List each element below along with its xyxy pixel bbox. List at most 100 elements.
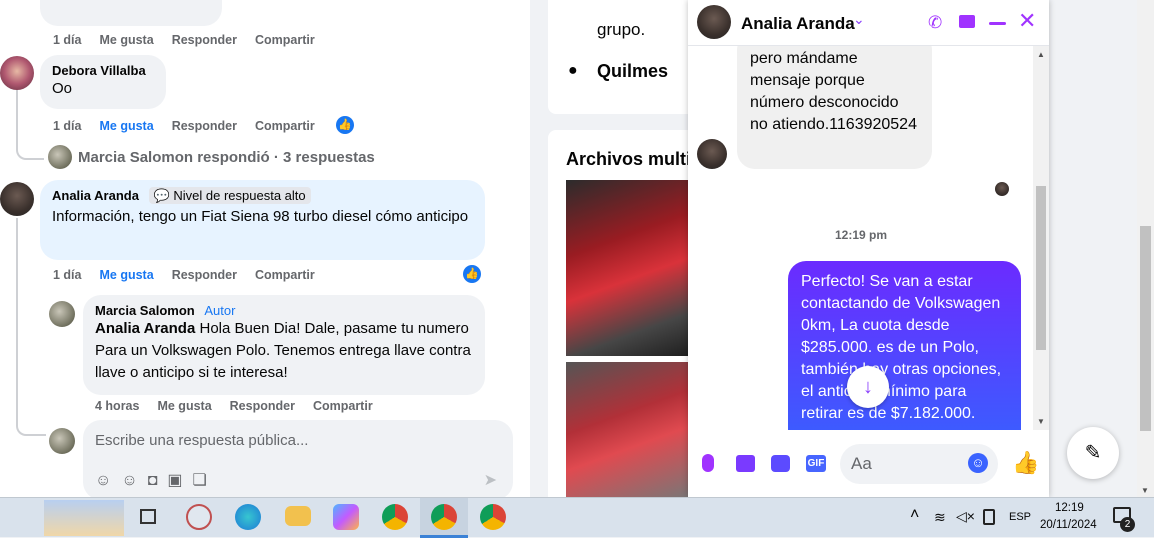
language-indicator[interactable]: ESP xyxy=(1009,511,1031,523)
microphone-icon[interactable] xyxy=(702,454,714,472)
comment-actions-2: 1 día Me gusta Responder Compartir xyxy=(53,268,315,282)
comment-author[interactable]: Analia Aranda xyxy=(52,188,139,203)
reply-composer[interactable]: Escribe una respuesta pública... ☺☺◘▣❏ ➤ xyxy=(83,420,513,500)
share-link[interactable]: Compartir xyxy=(255,33,315,47)
author-badge: Autor xyxy=(204,303,236,318)
message-timestamp: 12:19 pm xyxy=(835,228,888,242)
like-link[interactable]: Me gusta xyxy=(100,33,154,47)
chat-bubble-icon: 💬 xyxy=(153,188,170,203)
page-scrollbar[interactable]: ▼ xyxy=(1137,0,1154,497)
image-icon[interactable] xyxy=(736,455,755,472)
about-group-text: grupo. xyxy=(597,20,646,39)
share-link[interactable]: Compartir xyxy=(313,399,373,413)
gif-icon[interactable]: ▣ xyxy=(167,472,192,489)
avatar xyxy=(49,428,75,454)
battery-icon[interactable] xyxy=(983,509,995,525)
clock-time[interactable]: 12:19 xyxy=(1055,502,1084,514)
app-icon[interactable] xyxy=(186,504,212,530)
avatar xyxy=(697,139,727,169)
reply-author[interactable]: Marcia Salomon xyxy=(95,303,195,318)
scroll-thumb[interactable] xyxy=(1140,226,1151,431)
reply-link[interactable]: Responder xyxy=(172,33,237,47)
comment-text: Información, tengo un Fiat Siena 98 turb… xyxy=(52,208,469,225)
clock-date[interactable]: 20/11/2024 xyxy=(1040,519,1097,531)
location-text[interactable]: Quilmes xyxy=(597,61,668,82)
new-message-button[interactable]: ✎ xyxy=(1067,427,1119,479)
comment-bubble-debora: Debora Villalba Oo xyxy=(40,55,166,109)
volume-icon[interactable]: ◁× xyxy=(956,508,975,525)
mention[interactable]: Analia Aranda xyxy=(95,320,195,337)
camera-icon[interactable]: ◘ xyxy=(148,472,168,489)
comments-column: 1 día Me gusta Responder Compartir Debora V… xyxy=(0,0,530,500)
messenger-chat-window: Analia Aranda ⌄ ✆ ✕ pero mándame mensaje… xyxy=(688,0,1049,497)
scroll-down-arrow[interactable]: ▼ xyxy=(1141,486,1149,495)
tray-chevron-icon[interactable]: ˄ xyxy=(910,506,919,524)
scroll-up-arrow[interactable]: ▲ xyxy=(1037,50,1045,59)
wifi-icon[interactable]: ≋ xyxy=(934,509,946,526)
video-icon[interactable] xyxy=(959,15,975,28)
emoji-icon[interactable]: ☺ xyxy=(121,472,147,489)
seen-avatar xyxy=(995,182,1009,196)
close-icon[interactable]: ✕ xyxy=(1018,9,1036,33)
about-card: grupo. ● Quilmes xyxy=(548,0,708,114)
like-reaction-icon: 👍 xyxy=(463,265,481,283)
reply-text: Analia Aranda Hola Buen Dia! Dale, pasam… xyxy=(95,320,471,381)
sticker-icon[interactable]: ❏ xyxy=(192,472,216,489)
file-explorer-icon[interactable] xyxy=(285,506,311,526)
reply-actions: 4 horas Me gusta Responder Compartir xyxy=(95,399,373,413)
chat-header: Analia Aranda ⌄ ✆ ✕ xyxy=(688,0,1049,46)
like-link[interactable]: Me gusta xyxy=(100,119,154,133)
task-view-icon[interactable] xyxy=(140,509,156,524)
media-thumbnail[interactable] xyxy=(566,362,696,497)
chrome-icon[interactable] xyxy=(431,504,457,530)
share-link[interactable]: Compartir xyxy=(255,119,315,133)
avatar[interactable] xyxy=(697,5,731,39)
chat-scrollbar[interactable]: ▲ ▼ xyxy=(1033,46,1049,430)
phone-icon[interactable]: ✆ xyxy=(928,13,942,33)
scroll-down-arrow[interactable]: ▼ xyxy=(1037,417,1045,426)
avatar[interactable] xyxy=(0,182,34,216)
chrome-icon[interactable] xyxy=(480,504,506,530)
comment-actions-1: 1 día Me gusta Responder Compartir xyxy=(53,119,315,133)
avatar-sticker-icon[interactable]: ☺ xyxy=(95,472,121,489)
replies-toggle[interactable]: Marcia Salomon respondió · 3 respuestas xyxy=(78,149,375,166)
comment-bubble-analia: Analia Aranda 💬 Nivel de respuesta alto … xyxy=(40,180,485,260)
media-card: Archivos multi xyxy=(548,130,708,497)
comment-text: Oo xyxy=(52,80,73,97)
media-thumbnail[interactable] xyxy=(566,180,696,356)
sticker-icon[interactable] xyxy=(771,455,790,472)
emoji-icon[interactable]: ☺ xyxy=(968,453,988,473)
like-link[interactable]: Me gusta xyxy=(157,399,211,413)
avatar[interactable] xyxy=(49,301,75,327)
edge-icon[interactable] xyxy=(235,504,261,530)
top-bubble-stub xyxy=(40,0,222,26)
avatar[interactable] xyxy=(0,56,34,90)
weather-widget[interactable] xyxy=(44,500,124,536)
chat-contact-name[interactable]: Analia Aranda xyxy=(741,14,855,34)
response-badge: 💬 Nivel de respuesta alto xyxy=(148,187,311,204)
copilot-icon[interactable] xyxy=(333,504,359,530)
reply-link[interactable]: Responder xyxy=(172,119,237,133)
scroll-down-button[interactable]: ↓ xyxy=(847,366,889,408)
incoming-message: pero mándame mensaje porque número desco… xyxy=(737,46,932,169)
thumbs-up-icon[interactable]: 👍 xyxy=(1012,450,1039,476)
reply-bubble-marcia: Marcia Salomon Autor Analia Aranda Hola … xyxy=(83,295,485,395)
scroll-thumb[interactable] xyxy=(1036,186,1046,350)
chevron-down-icon[interactable]: ⌄ xyxy=(853,11,865,28)
reply-link[interactable]: Responder xyxy=(230,399,295,413)
reply-link[interactable]: Responder xyxy=(172,268,237,282)
chrome-icon[interactable] xyxy=(382,504,408,530)
message-input[interactable]: Aa ☺ xyxy=(840,444,998,484)
composer-icons: ☺☺◘▣❏ xyxy=(95,470,217,490)
chat-messages: pero mándame mensaje porque número desco… xyxy=(688,46,1033,430)
comment-actions-0: 1 día Me gusta Responder Compartir xyxy=(53,33,315,47)
share-link[interactable]: Compartir xyxy=(255,268,315,282)
minimize-icon[interactable] xyxy=(989,22,1006,25)
comment-author[interactable]: Debora Villalba xyxy=(52,63,154,78)
like-link[interactable]: Me gusta xyxy=(100,268,154,282)
gif-icon[interactable]: GIF xyxy=(806,455,826,472)
send-icon[interactable]: ➤ xyxy=(484,470,497,490)
composer-placeholder: Escribe una respuesta pública... xyxy=(95,432,309,449)
chat-composer: GIF Aa ☺ 👍 xyxy=(688,430,1049,497)
outgoing-message: Perfecto! Se van a estar contactando de … xyxy=(788,261,1021,430)
